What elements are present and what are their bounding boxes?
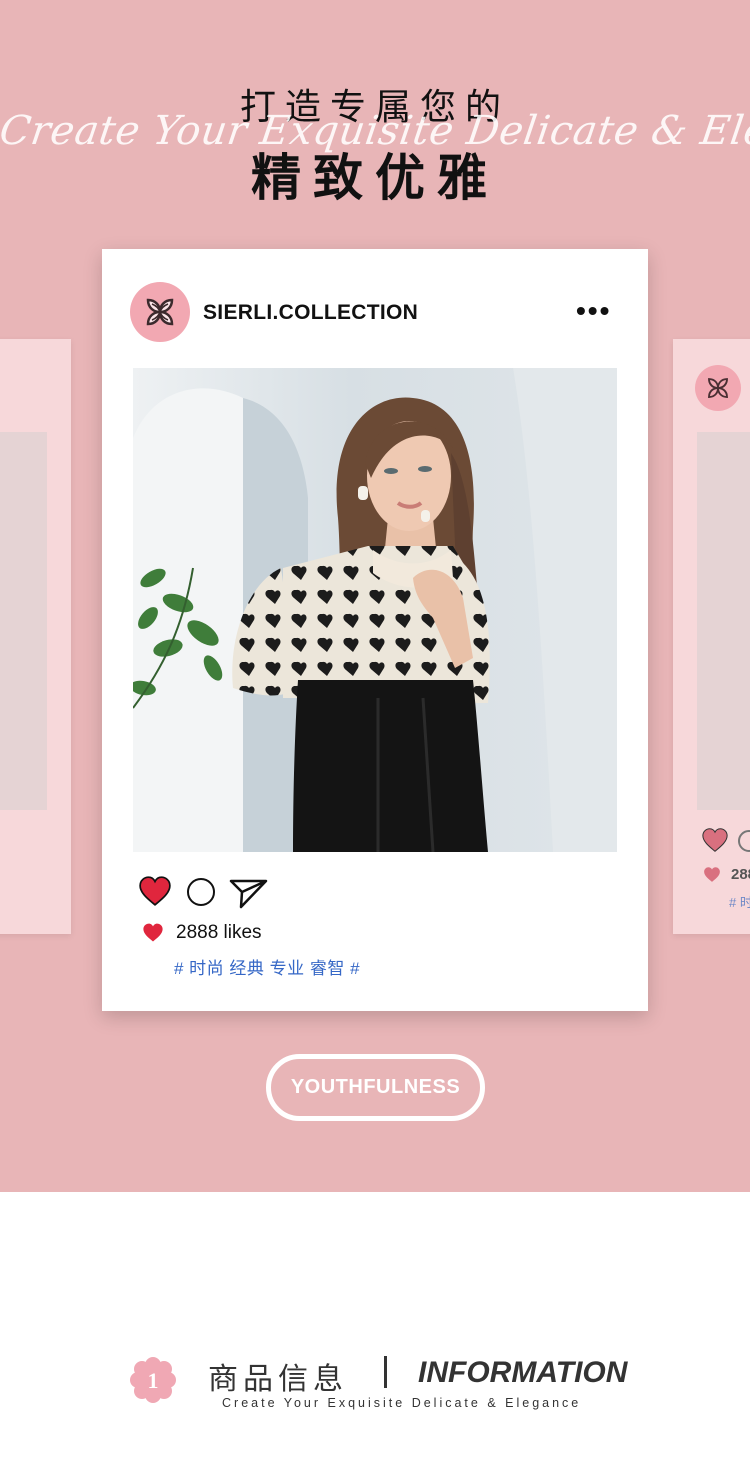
more-icon[interactable]: ••• <box>576 297 611 325</box>
heart-icon <box>702 828 728 852</box>
heart-icon <box>704 867 720 882</box>
youthfulness-button[interactable]: YOUTHFULNESS <box>266 1054 485 1121</box>
heart-icon[interactable] <box>138 875 172 907</box>
send-icon[interactable] <box>229 877 269 909</box>
likes-count: 2888 likes <box>176 922 262 943</box>
ghost-post-card-left <box>0 339 71 934</box>
info-title-english: INFORMATION <box>418 1356 628 1389</box>
info-title-chinese: 商品信息 <box>208 1362 348 1397</box>
comment-icon <box>738 830 750 852</box>
comment-icon[interactable] <box>187 878 215 906</box>
ghost-tags-text: # 时 <box>729 895 750 910</box>
ghost-post-card-right: 288 # 时 <box>673 339 750 934</box>
info-subtitle: Create Your Exquisite Delicate & Eleganc… <box>222 1396 582 1410</box>
ghost-photo-placeholder <box>697 432 750 810</box>
divider <box>384 1356 387 1388</box>
social-post-card: SIERLI.COLLECTION ••• 2888 likes # 时尚 经典… <box>102 249 648 1011</box>
account-name[interactable]: SIERLI.COLLECTION <box>203 301 418 325</box>
post-tags[interactable]: # 时尚 经典 专业 睿智 # <box>174 954 360 979</box>
ghost-likes-text: 288 <box>731 866 750 883</box>
ghost-photo-placeholder <box>0 432 47 810</box>
youthfulness-label: YOUTHFULNESS <box>290 1076 461 1098</box>
product-photo <box>133 368 617 852</box>
brand-logo-icon[interactable] <box>130 282 190 342</box>
badge-number: 1 <box>148 1368 159 1393</box>
brand-logo-icon <box>695 365 741 411</box>
headline-line-2: 精致优雅 <box>251 149 499 207</box>
heart-icon <box>143 923 163 942</box>
flower-badge-icon: 1 <box>130 1357 176 1403</box>
